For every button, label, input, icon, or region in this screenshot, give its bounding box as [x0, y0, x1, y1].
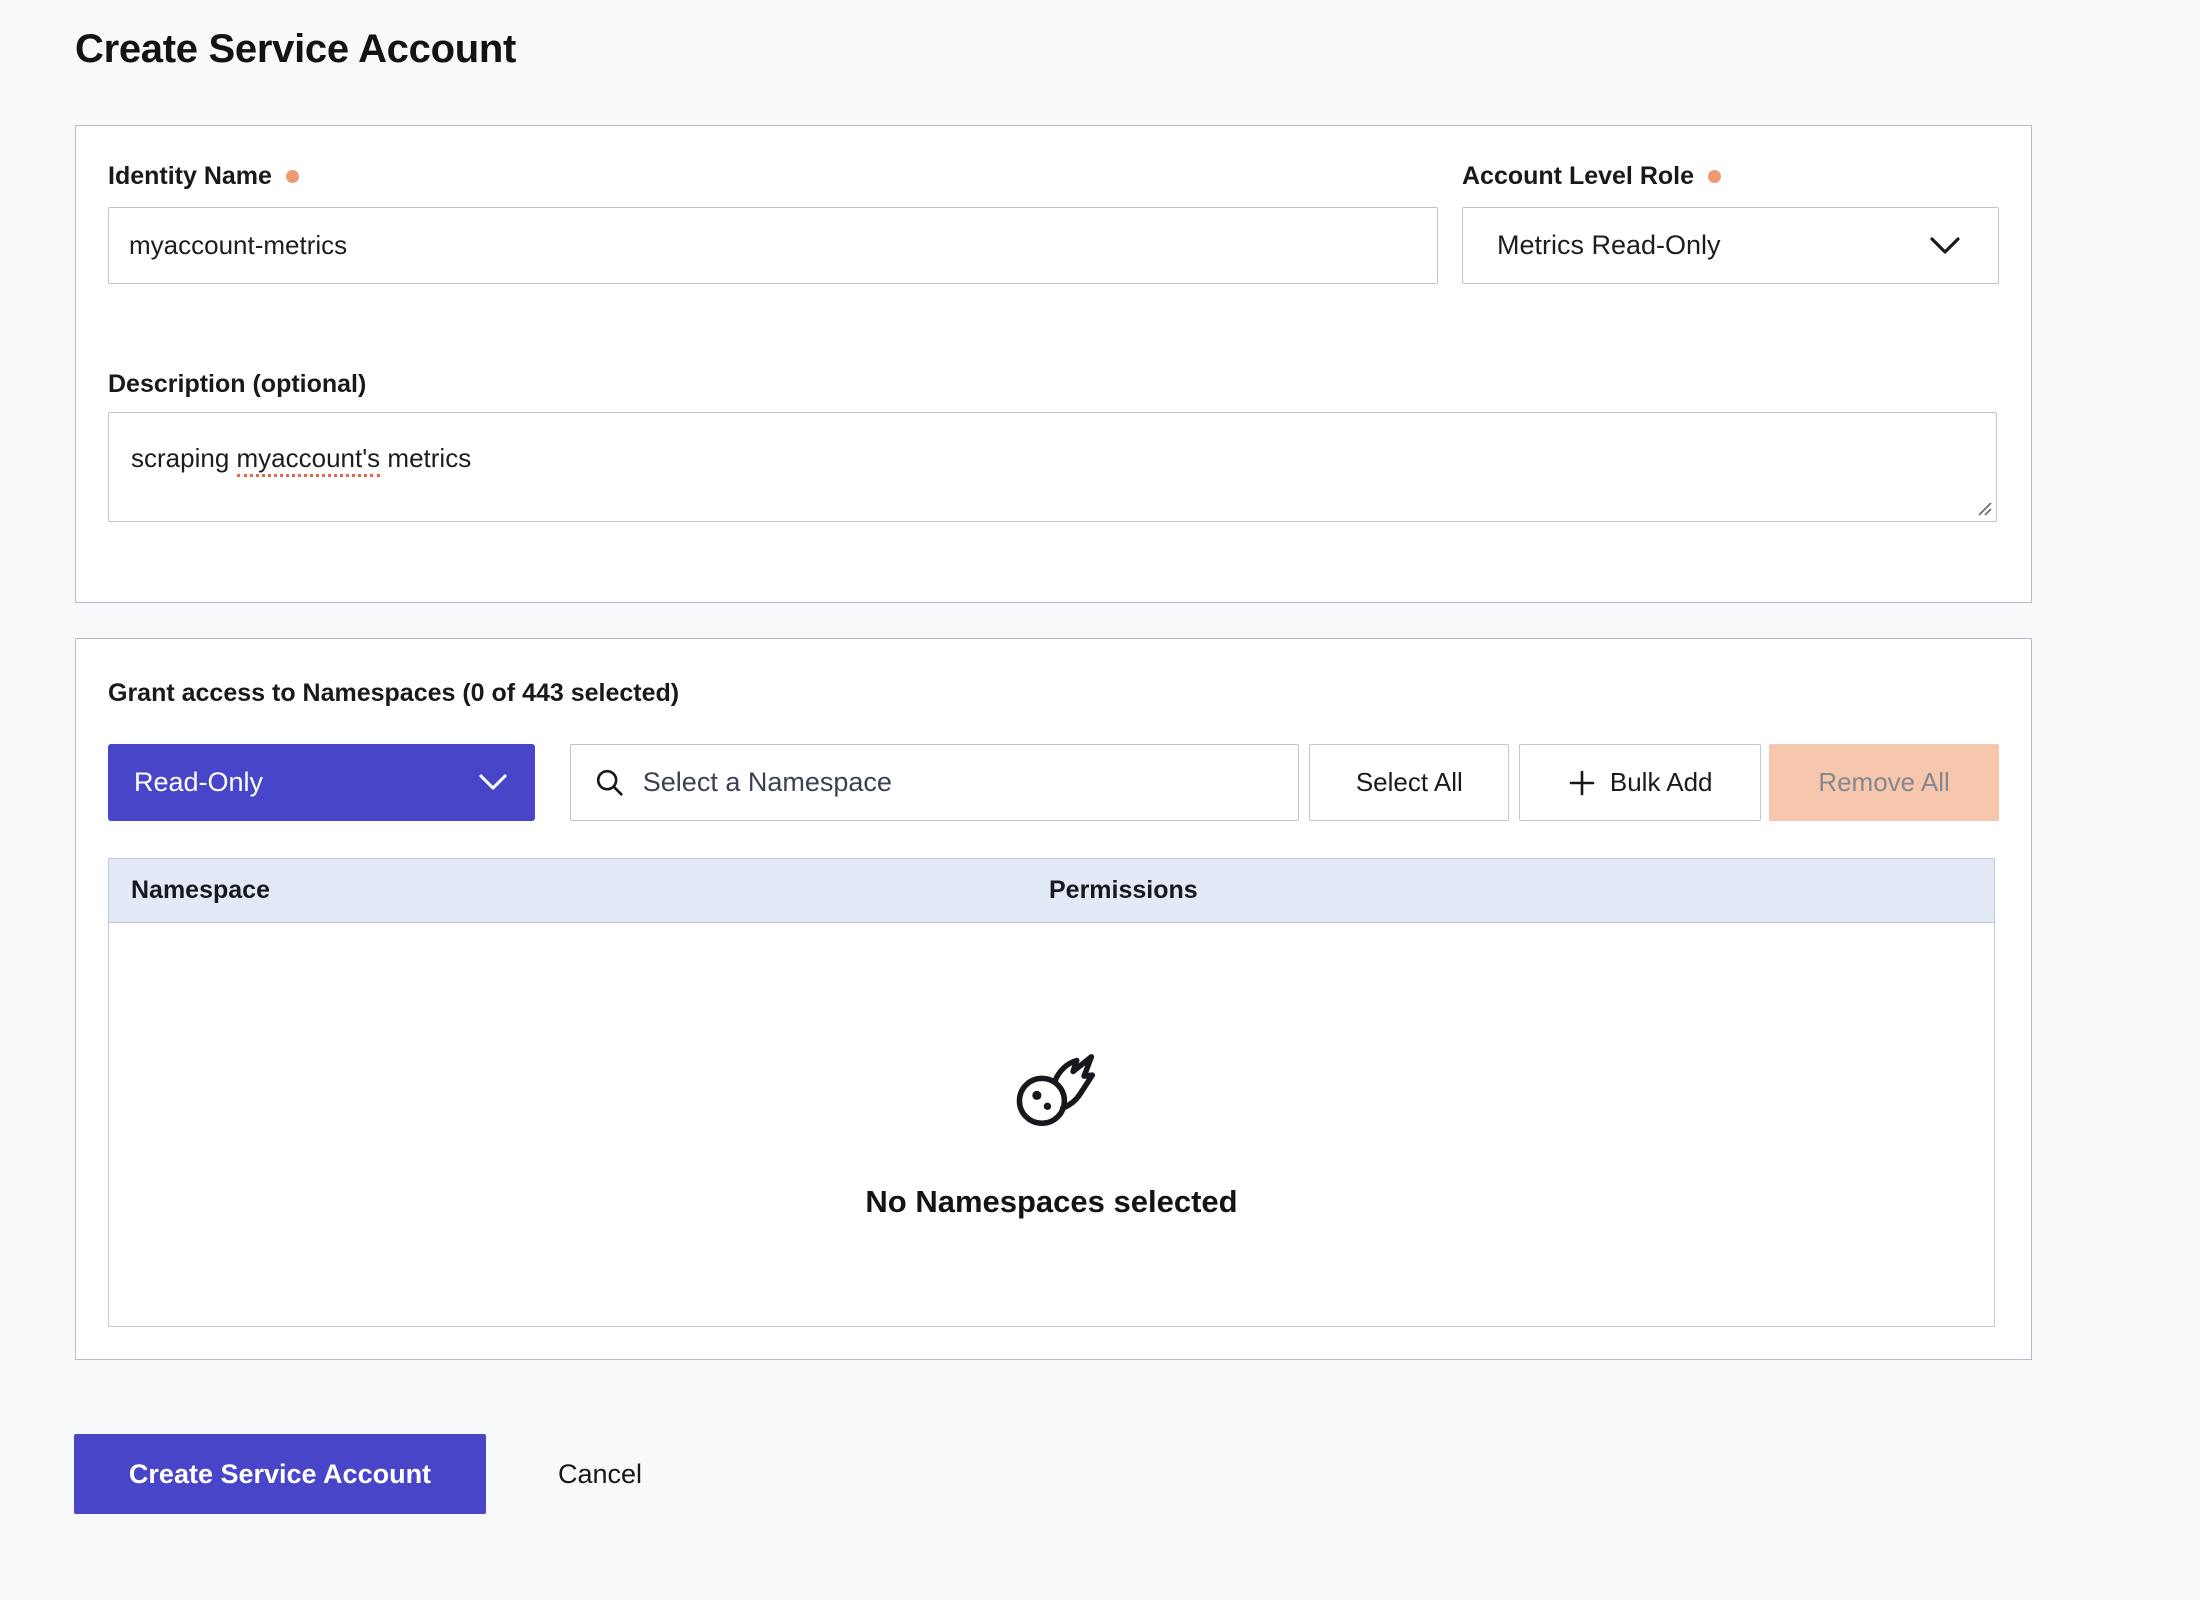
permission-dropdown-value: Read-Only: [134, 767, 263, 798]
namespace-search-input[interactable]: [643, 767, 1299, 798]
create-service-account-page: Create Service Account Identity Name Acc…: [0, 0, 2200, 1514]
account-level-role-field: Account Level Role Metrics Read-Only: [1462, 162, 1999, 284]
identity-card: Identity Name Account Level Role Metrics…: [75, 125, 2032, 603]
namespaces-table-body: No Namespaces selected: [109, 923, 1994, 1326]
account-level-role-select[interactable]: Metrics Read-Only: [1462, 207, 1999, 284]
textarea-resize-handle[interactable]: [1976, 500, 1993, 517]
description-misspelled-word: myaccount's: [237, 443, 381, 477]
empty-state: No Namespaces selected: [109, 923, 1994, 1220]
select-all-button[interactable]: Select All: [1309, 744, 1509, 821]
chevron-down-icon: [479, 774, 507, 791]
bulk-add-label: Bulk Add: [1610, 767, 1713, 798]
description-text: metrics: [380, 443, 471, 473]
chevron-down-icon: [1930, 237, 1960, 255]
empty-state-text: No Namespaces selected: [109, 1184, 1994, 1220]
plus-icon: [1568, 769, 1596, 797]
grant-access-heading: Grant access to Namespaces (0 of 443 sel…: [108, 679, 679, 708]
identity-name-field: Identity Name: [108, 162, 1438, 284]
namespace-search-box[interactable]: [570, 744, 1300, 821]
namespace-toolbar: Read-Only Select All Bulk Add: [108, 744, 1999, 821]
create-service-account-button[interactable]: Create Service Account: [74, 1434, 486, 1514]
namespace-column-header: Namespace: [109, 876, 1049, 905]
page-title: Create Service Account: [75, 27, 2200, 71]
account-level-role-label: Account Level Role: [1462, 162, 1694, 191]
description-field: Description (optional) scraping myaccoun…: [108, 370, 1999, 522]
permissions-column-header: Permissions: [1049, 876, 1198, 905]
namespaces-table-header: Namespace Permissions: [109, 859, 1994, 923]
required-dot-icon: [286, 170, 299, 183]
description-textarea[interactable]: scraping myaccount's metrics: [108, 412, 1997, 522]
footer-actions: Create Service Account Cancel: [74, 1434, 2200, 1514]
bulk-add-button[interactable]: Bulk Add: [1519, 744, 1761, 821]
identity-form-row: Identity Name Account Level Role Metrics…: [108, 162, 1999, 284]
identity-name-label: Identity Name: [108, 162, 272, 191]
account-level-role-value: Metrics Read-Only: [1497, 230, 1721, 261]
permission-dropdown[interactable]: Read-Only: [108, 744, 535, 821]
required-dot-icon: [1708, 170, 1721, 183]
description-label: Description (optional): [108, 370, 366, 399]
namespaces-card: Grant access to Namespaces (0 of 443 sel…: [75, 638, 2032, 1360]
comet-icon: [1008, 1043, 1096, 1133]
namespaces-table: Namespace Permissions No Namespaces sele…: [108, 858, 1995, 1327]
description-text: scraping: [131, 443, 237, 473]
cancel-button[interactable]: Cancel: [548, 1434, 652, 1514]
remove-all-button[interactable]: Remove All: [1769, 744, 1999, 821]
identity-name-input[interactable]: [108, 207, 1438, 284]
search-icon: [593, 766, 627, 800]
